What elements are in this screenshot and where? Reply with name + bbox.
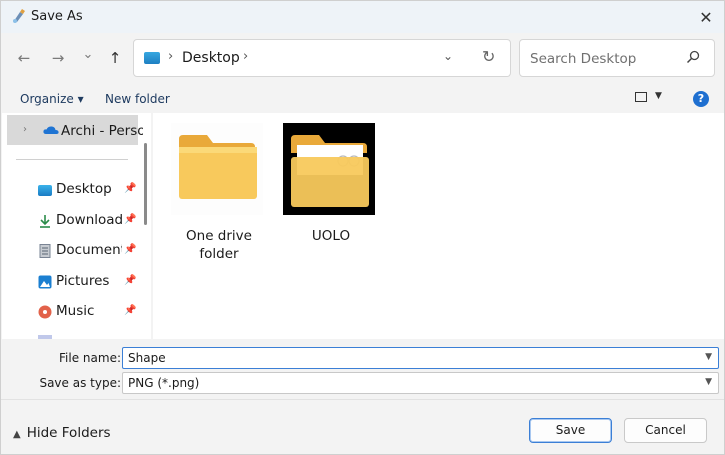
search-input[interactable]: Search Desktop — [519, 39, 715, 77]
sidebar-divider — [16, 159, 128, 160]
folder-name: One drive folder — [186, 228, 252, 262]
save-as-type-label: Save as type: — [39, 376, 121, 390]
breadcrumb-separator: › — [168, 49, 174, 64]
documents-icon — [39, 244, 51, 258]
recent-locations-button[interactable]: ⌄ — [75, 41, 101, 67]
music-icon — [38, 305, 52, 319]
forward-button[interactable]: → — [45, 45, 71, 71]
sidebar-item-label: Archi - Person — [61, 123, 143, 139]
up-button[interactable]: ↑ — [102, 45, 128, 71]
pin-icon[interactable]: 📌 — [124, 214, 136, 225]
sidebar-item-label: Downloads — [56, 212, 122, 228]
title-bar: Save As ✕ — [1, 1, 724, 33]
file-name-label: File name: — [59, 351, 121, 365]
sidebar-item-music[interactable]: Music 📌 — [36, 301, 140, 325]
hide-folders-label: Hide Folders — [26, 425, 111, 441]
pictures-icon — [38, 275, 52, 289]
help-button[interactable]: ? — [693, 91, 709, 107]
chevron-down-icon[interactable]: ▼ — [705, 352, 712, 362]
expand-arrow-icon[interactable]: › — [23, 124, 27, 135]
paint-app-icon — [13, 9, 25, 23]
sidebar-item-label: Desktop — [56, 181, 112, 197]
refresh-icon[interactable]: ↻ — [482, 47, 495, 66]
breadcrumb-desktop[interactable]: Desktop — [182, 50, 240, 66]
sidebar-item-onedrive[interactable]: › Archi - Person — [7, 115, 143, 145]
chevron-down-icon[interactable]: ▼ — [705, 377, 712, 387]
address-dropdown-icon[interactable]: ⌄ — [443, 49, 453, 63]
sidebar-item-desktop[interactable]: Desktop 📌 — [36, 179, 140, 203]
view-mode-icon[interactable] — [635, 92, 647, 102]
sidebar-item-pictures[interactable]: Pictures 📌 — [36, 271, 140, 295]
arrow-left-icon: ← — [17, 49, 31, 67]
sidebar-item-label: Music — [56, 303, 95, 319]
save-as-type-value: PNG (*.png) — [128, 376, 200, 390]
organize-menu[interactable]: Organize ▾ — [20, 92, 84, 106]
address-row: ← → ⌄ ↑ › Desktop › ⌄ ↻ Search Desktop — [1, 33, 724, 85]
dialog-footer: ▲ Hide Folders Save Cancel — [1, 399, 724, 454]
file-list: One drive folder UOLO — [153, 113, 724, 339]
navigation-pane: › Archi - Person Desktop 📌 Downloads 📌 — [2, 113, 151, 339]
window-title: Save As — [31, 9, 83, 24]
new-folder-button[interactable]: New folder — [105, 92, 170, 106]
sidebar-item-documents[interactable]: Documents 📌 — [36, 240, 140, 264]
pin-icon[interactable]: 📌 — [124, 183, 136, 194]
folder-icon — [171, 123, 263, 215]
view-dropdown-icon[interactable]: ▼ — [655, 91, 662, 101]
arrow-right-icon: → — [51, 49, 65, 67]
address-bar[interactable]: › Desktop › ⌄ ↻ — [133, 39, 511, 77]
folder-name: UOLO — [311, 228, 351, 244]
desktop-icon — [38, 185, 52, 196]
save-as-type-select[interactable]: PNG (*.png) ▼ — [122, 372, 719, 394]
close-icon: ✕ — [699, 7, 713, 27]
arrow-up-icon: ↑ — [108, 49, 122, 67]
pin-icon[interactable]: 📌 — [124, 305, 136, 316]
search-icon[interactable] — [686, 50, 700, 64]
sidebar-item-label: Pictures — [56, 273, 110, 289]
sidebar-item-label: Documents — [56, 242, 122, 258]
close-button[interactable]: ✕ — [694, 5, 718, 29]
hide-folders-button[interactable]: ▲ Hide Folders — [13, 425, 111, 441]
cancel-button[interactable]: Cancel — [624, 418, 707, 443]
file-name-value: Shape — [128, 351, 166, 365]
save-as-dialog: Save As ✕ ← → ⌄ ↑ › Desktop › ⌄ ↻ Search… — [0, 0, 725, 455]
sidebar-scrollbar[interactable] — [144, 143, 147, 225]
chevron-down-icon: ⌄ — [82, 46, 94, 62]
sidebar-item-downloads[interactable]: Downloads 📌 — [36, 210, 140, 234]
onedrive-cloud-icon — [43, 126, 59, 134]
search-placeholder: Search Desktop — [530, 51, 637, 67]
desktop-folder-icon — [144, 52, 160, 64]
download-icon — [40, 215, 50, 228]
save-options: File name: Shape ▼ Save as type: PNG (*.… — [1, 339, 724, 399]
save-button[interactable]: Save — [529, 418, 612, 443]
file-name-input[interactable]: Shape ▼ — [122, 347, 719, 369]
folder-with-files-icon — [283, 123, 375, 215]
chevron-up-icon: ▲ — [13, 429, 21, 440]
pin-icon[interactable]: 📌 — [124, 244, 136, 255]
command-bar: Organize ▾ New folder ▼ ? — [1, 85, 724, 113]
pin-icon[interactable]: 📌 — [124, 275, 136, 286]
breadcrumb-separator[interactable]: › — [243, 49, 248, 64]
back-button[interactable]: ← — [11, 45, 37, 71]
